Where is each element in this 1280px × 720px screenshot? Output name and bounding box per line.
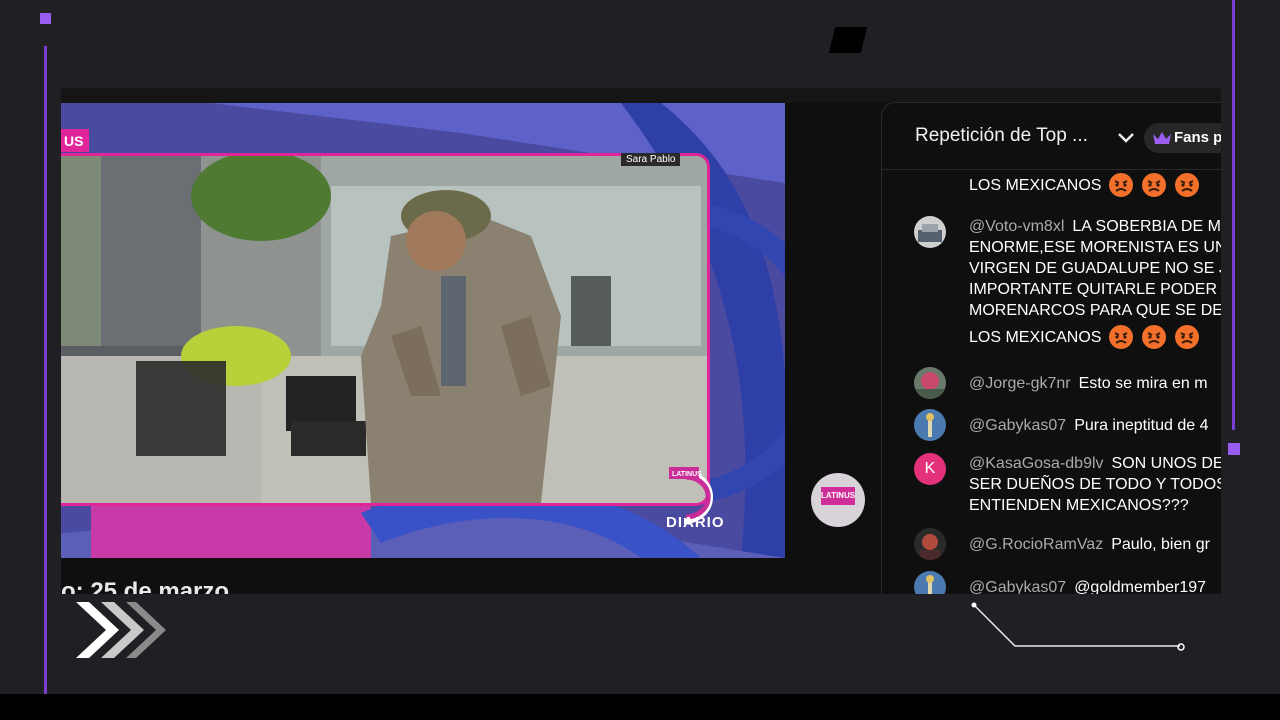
bottom-bar [0,694,1280,720]
decorative-connector-line [971,602,1185,651]
chevron-arrows-icon [76,602,166,658]
